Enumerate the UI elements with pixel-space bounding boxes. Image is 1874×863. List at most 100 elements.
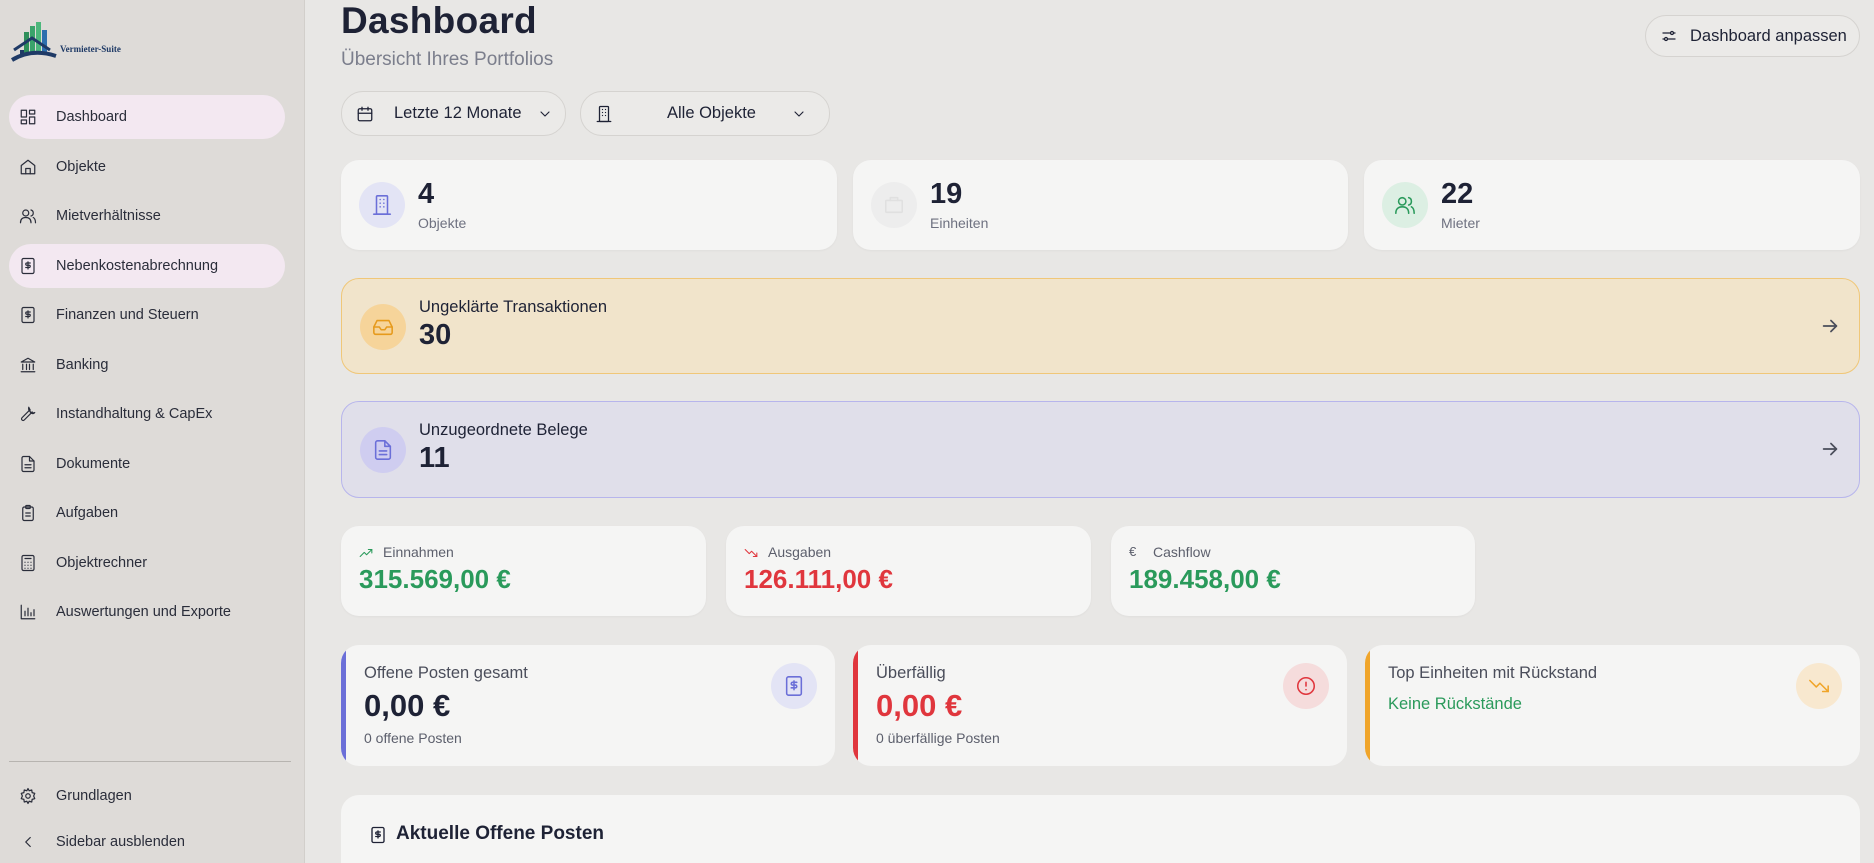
arrow-right-icon [1822, 319, 1838, 333]
document-icon [21, 455, 35, 472]
sidebar-item-dokumente[interactable]: Dokumente [9, 442, 285, 486]
calculator-icon [21, 554, 35, 571]
income-card[interactable]: Einnahmen 315.569,00 € [341, 526, 706, 616]
stat-value: 22 [1441, 178, 1474, 210]
gear-icon [20, 787, 36, 805]
stat-value: 19 [930, 178, 963, 210]
sidebar: Vermieter-Suite Dashboard Objekte Mietve… [0, 0, 305, 863]
unresolved-transactions-card[interactable]: Ungeklärte Transaktionen 30 [341, 278, 1860, 374]
sidebar-nav: Dashboard Objekte Mietverhältnisse Neben… [9, 95, 285, 640]
sidebar-item-nebenkostenabrechnung[interactable]: Nebenkostenabrechnung [9, 243, 285, 288]
cashflow-value: 189.458,00 € [1129, 564, 1281, 594]
euro-icon: € [1129, 544, 1137, 559]
sidebar-item-label: Instandhaltung & CapEx [56, 406, 213, 422]
clipboard-icon [22, 504, 34, 522]
card-title: Offene Posten gesamt [364, 664, 528, 682]
sidebar-item-label: Mietverhältnisse [56, 208, 161, 224]
card-icon-wrapper [1283, 663, 1329, 709]
alert-title: Ungeklärte Transaktionen [419, 298, 608, 316]
sidebar-item-aufgaben[interactable]: Aufgaben [9, 491, 285, 535]
receipt-icon [371, 826, 385, 844]
alert-value: 30 [419, 319, 452, 351]
building-icon [372, 195, 392, 215]
cashflow-card[interactable]: € Cashflow 189.458,00 € [1111, 526, 1475, 616]
alert-title: Unzugeordnete Belege [419, 421, 588, 439]
logo-icon [10, 22, 57, 62]
finance-label: Ausgaben [768, 544, 832, 560]
open-items-total-card[interactable]: Offene Posten gesamt 0,00 € 0 offene Pos… [341, 645, 835, 766]
finance-label: Cashflow [1153, 544, 1211, 560]
card-status-text: Keine Rückstände [1388, 695, 1522, 713]
sidebar-item-dashboard[interactable]: Dashboard [9, 95, 285, 139]
users-icon [19, 209, 37, 224]
accent-bar [341, 645, 346, 766]
expenses-value: 126.111,00 € [744, 564, 893, 594]
wrench-icon [20, 406, 36, 422]
bank-icon [20, 357, 36, 372]
sidebar-bottom: Grundlagen Sidebar ausblenden [9, 775, 285, 863]
building-icon [596, 105, 612, 122]
chevron-down-icon [794, 110, 804, 117]
sidebar-item-label: Finanzen und Steuern [56, 307, 199, 323]
chevron-down-icon [539, 110, 550, 117]
app-logo[interactable]: Vermieter-Suite [10, 20, 135, 72]
stat-card-mieter[interactable]: 22 Mieter [1364, 160, 1860, 250]
accent-bar [853, 645, 858, 766]
sidebar-item-grundlagen[interactable]: Grundlagen [9, 775, 285, 817]
sidebar-item-objekte[interactable]: Objekte [9, 145, 285, 189]
unassigned-receipts-card[interactable]: Unzugeordnete Belege 11 [341, 401, 1860, 498]
income-value: 315.569,00 € [359, 564, 511, 594]
trending-up-icon [359, 548, 373, 558]
overdue-card[interactable]: Überfällig 0,00 € 0 überfällige Posten [853, 645, 1347, 766]
sidebar-toggle[interactable]: Sidebar ausblenden [9, 821, 285, 863]
objects-value: Alle Objekte [667, 104, 756, 122]
chevron-left-icon [25, 836, 31, 848]
arrow-right-icon [1822, 442, 1838, 456]
receipt-icon [21, 257, 35, 274]
stat-label: Mieter [1441, 215, 1480, 231]
objects-select[interactable]: Alle Objekte [580, 91, 830, 136]
expenses-card[interactable]: Ausgaben 126.111,00 € [726, 526, 1091, 616]
customize-dashboard-button[interactable]: Dashboard anpassen [1645, 15, 1860, 57]
alert-icon-wrapper [360, 304, 406, 350]
stat-value: 4 [418, 178, 435, 210]
card-title: Überfällig [876, 664, 946, 682]
section-title: Aktuelle Offene Posten [396, 823, 604, 844]
sidebar-item-objektrechner[interactable]: Objektrechner [9, 541, 285, 585]
sidebar-item-label: Objektrechner [56, 554, 148, 571]
card-value: 0,00 € [364, 688, 451, 723]
sidebar-item-banking[interactable]: Banking [9, 343, 285, 387]
page-subtitle: Übersicht Ihres Portfolios [341, 49, 554, 70]
trending-down-icon [744, 548, 758, 558]
bar-chart-icon [20, 604, 36, 620]
card-title: Top Einheiten mit Rückstand [1388, 664, 1598, 682]
top-units-arrears-card[interactable]: Top Einheiten mit Rückstand Keine Rückst… [1365, 645, 1860, 766]
sidebar-item-instandhaltung[interactable]: Instandhaltung & CapEx [9, 392, 285, 436]
alert-circle-icon [1296, 676, 1316, 696]
inbox-icon [373, 319, 393, 336]
card-subtitle: 0 überfällige Posten [876, 730, 1000, 746]
users-icon [1395, 196, 1415, 215]
trending-down-icon [1809, 679, 1829, 693]
sliders-icon [1662, 30, 1676, 42]
stat-icon-wrapper [359, 182, 405, 228]
document-icon [374, 440, 392, 460]
sidebar-divider [9, 761, 291, 762]
sidebar-item-label: Objekte [56, 158, 106, 175]
layout-grid-icon [20, 109, 36, 125]
units-icon [884, 196, 904, 214]
stat-card-einheiten[interactable]: 19 Einheiten [853, 160, 1348, 250]
card-subtitle: 0 offene Posten [364, 730, 462, 746]
sidebar-item-label: Dashboard [56, 109, 127, 125]
period-select[interactable]: Letzte 12 Monate [341, 91, 566, 136]
page-title: Dashboard [341, 0, 537, 41]
sidebar-item-label: Aufgaben [56, 505, 119, 521]
sidebar-item-label: Dokumente [56, 455, 131, 472]
stat-card-objekte[interactable]: 4 Objekte [341, 160, 837, 250]
sidebar-item-label: Banking [56, 356, 109, 373]
dollar-file-icon [21, 306, 35, 324]
sidebar-item-finanzen[interactable]: Finanzen und Steuern [9, 293, 285, 337]
sidebar-item-mietverhaeltnisse[interactable]: Mietverhältnisse [9, 194, 285, 238]
alert-icon-wrapper [360, 427, 406, 473]
sidebar-item-auswertungen[interactable]: Auswertungen und Exporte [9, 590, 285, 634]
